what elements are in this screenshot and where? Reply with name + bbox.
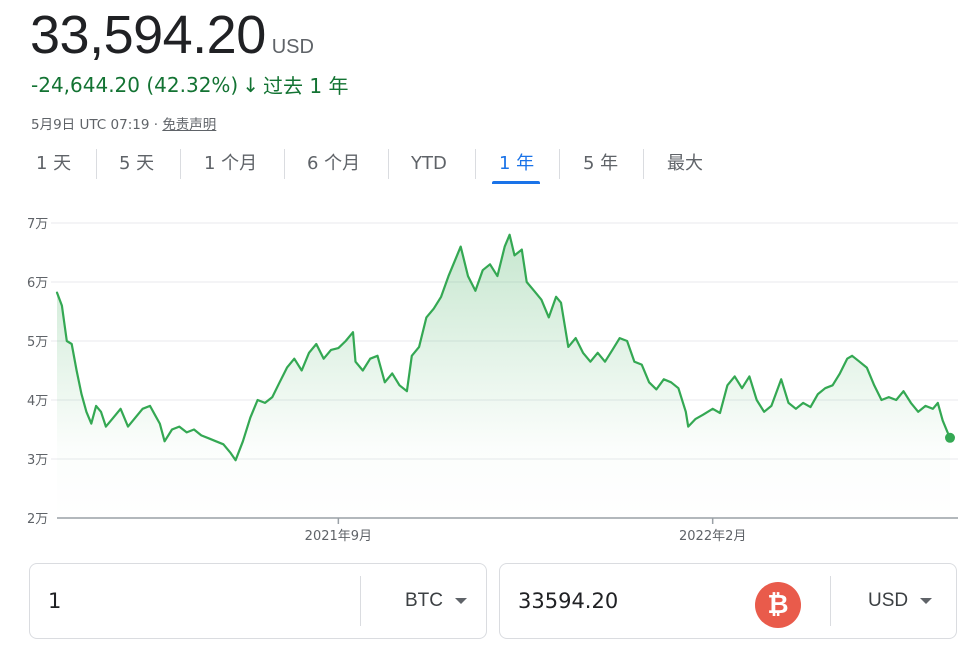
- to-currency-select[interactable]: USD: [868, 590, 933, 612]
- tab-1d[interactable]: 1 天: [36, 146, 71, 182]
- last-price-dot: [945, 432, 955, 443]
- y-tick-label: 4万: [27, 394, 48, 409]
- change-value: -24,644.20 (42.32%): [31, 72, 239, 97]
- tab-divider: [475, 149, 476, 179]
- from-amount-input[interactable]: 1: [48, 589, 61, 613]
- price-area-fill: [57, 234, 950, 519]
- x-tick-label: 2022年2月: [679, 529, 746, 544]
- quote-meta: 5月9日 UTC 07:19 · 免责声明: [31, 113, 216, 133]
- x-tick-label: 2021年9月: [305, 529, 372, 544]
- change-period: 过去 1 年: [263, 74, 349, 98]
- price-chart[interactable]: 7万 6万 5万 4万 3万 2万 2021年9月 2022年2月: [0, 200, 971, 560]
- to-amount-input[interactable]: 33594.20: [518, 589, 618, 613]
- disclaimer-link[interactable]: 免责声明: [162, 117, 216, 133]
- tab-5y[interactable]: 5 年: [583, 146, 618, 182]
- converter-to: 33594.20 USD: [499, 563, 957, 639]
- tab-1y[interactable]: 1 年: [499, 146, 534, 182]
- tab-1m[interactable]: 1 个月: [204, 146, 257, 182]
- chevron-down-icon: [455, 597, 467, 604]
- tab-divider: [180, 149, 181, 179]
- y-tick-label: 3万: [27, 453, 48, 468]
- y-tick-label: 7万: [27, 217, 48, 232]
- tab-ytd[interactable]: YTD: [411, 146, 447, 182]
- y-tick-label: 5万: [27, 335, 48, 350]
- y-tick-label: 2万: [27, 512, 48, 527]
- tab-divider: [643, 149, 644, 179]
- bitcoin-symbol: ₿: [767, 590, 789, 620]
- to-currency-label: USD: [868, 590, 909, 611]
- tab-6m[interactable]: 6 个月: [307, 146, 360, 182]
- tab-divider: [96, 149, 97, 179]
- range-tabs: 1 天 5 天 1 个月 6 个月 YTD 1 年 5 年 最大: [0, 146, 971, 186]
- tab-5d[interactable]: 5 天: [119, 146, 154, 182]
- from-currency-label: BTC: [405, 590, 443, 611]
- tab-divider: [388, 149, 389, 179]
- y-tick-label: 6万: [27, 276, 48, 291]
- arrow-down-icon: ↓: [242, 72, 259, 97]
- bitcoin-logo-icon: ₿: [755, 582, 801, 628]
- price-header: 33,594.20 USD: [30, 4, 314, 66]
- converter-divider: [830, 576, 831, 626]
- price-currency: USD: [271, 36, 314, 58]
- tab-max[interactable]: 最大: [667, 146, 703, 182]
- current-price: 33,594.20: [30, 5, 266, 65]
- price-change: -24,644.20 (42.32%) ↓ 过去 1 年: [31, 70, 348, 99]
- converter-from: 1 BTC: [29, 563, 487, 639]
- active-tab-indicator: [492, 181, 540, 184]
- converter-divider: [360, 576, 361, 626]
- price-chart-svg[interactable]: 7万 6万 5万 4万 3万 2万 2021年9月 2022年2月: [0, 200, 971, 560]
- chevron-down-icon: [920, 597, 933, 604]
- from-currency-select[interactable]: BTC: [405, 590, 467, 612]
- timestamp: 5月9日 UTC 07:19 ·: [31, 117, 163, 133]
- tab-divider: [559, 149, 560, 179]
- tab-divider: [284, 149, 285, 179]
